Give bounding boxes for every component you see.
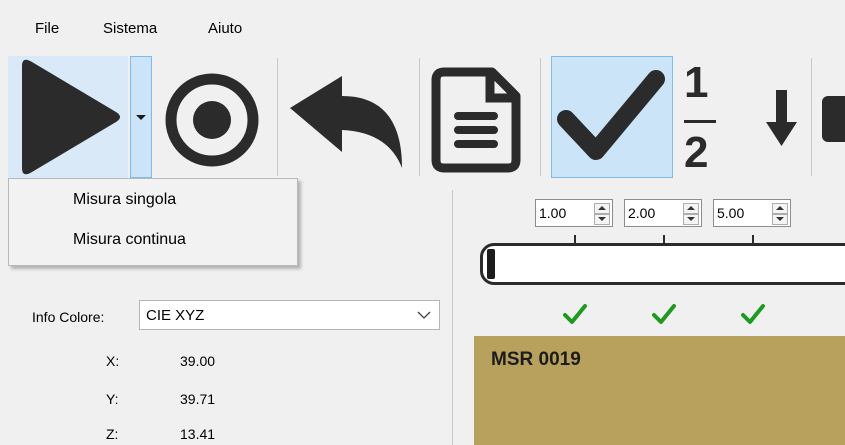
y-label: Y: bbox=[106, 391, 119, 407]
spin-down-icon[interactable] bbox=[683, 214, 699, 225]
dropdown-arrow-icon bbox=[136, 115, 146, 120]
document-icon bbox=[431, 67, 521, 173]
threshold-spinner-3[interactable]: 5.00 bbox=[713, 199, 791, 227]
toolbar-separator bbox=[277, 58, 278, 176]
menu-file[interactable]: File bbox=[35, 20, 59, 37]
spinner-buttons[interactable] bbox=[772, 203, 788, 225]
undo-button[interactable] bbox=[284, 72, 414, 176]
spin-up-icon[interactable] bbox=[683, 203, 699, 214]
color-info-select[interactable]: CIE XYZ bbox=[139, 300, 440, 330]
slider-thumb[interactable] bbox=[487, 249, 495, 279]
spinner-value: 2.00 bbox=[628, 205, 656, 221]
x-value: 39.00 bbox=[180, 353, 216, 369]
spin-down-icon[interactable] bbox=[772, 214, 788, 225]
checkmark-icon bbox=[557, 70, 665, 160]
delta-slider[interactable] bbox=[480, 243, 845, 285]
spin-up-icon[interactable] bbox=[772, 203, 788, 214]
spin-up-icon[interactable] bbox=[594, 203, 610, 214]
threshold-spinner-1[interactable]: 1.00 bbox=[535, 199, 613, 227]
spinner-value: 5.00 bbox=[717, 205, 745, 221]
spin-down-icon[interactable] bbox=[594, 214, 610, 225]
play-dropdown-arrow-button[interactable] bbox=[130, 56, 152, 178]
x-label: X: bbox=[106, 353, 120, 369]
fraction-denominator: 2 bbox=[684, 128, 709, 177]
play-icon bbox=[22, 59, 120, 175]
info-colore-label: Info Colore: bbox=[32, 309, 105, 325]
menu-aiuto[interactable]: Aiuto bbox=[208, 20, 242, 37]
threshold-spinner-2[interactable]: 2.00 bbox=[624, 199, 702, 227]
check-icon bbox=[563, 304, 587, 324]
menu-sistema[interactable]: Sistema bbox=[103, 20, 157, 37]
z-label: Z: bbox=[106, 426, 119, 442]
fraction-numerator: 1 bbox=[684, 58, 709, 107]
toolbar-separator bbox=[419, 58, 420, 176]
menu-bar: File Sistema Aiuto bbox=[0, 0, 845, 50]
menu-item-misura-continua[interactable]: Misura continua bbox=[73, 231, 186, 249]
z-value: 13.41 bbox=[180, 426, 216, 442]
spinner-buttons[interactable] bbox=[594, 203, 610, 225]
check-icon bbox=[741, 304, 765, 324]
y-value: 39.71 bbox=[180, 391, 216, 407]
measure-dropdown-menu: Misura singola Misura continua bbox=[8, 178, 298, 266]
spinner-buttons[interactable] bbox=[683, 203, 699, 225]
record-icon bbox=[165, 73, 259, 167]
undo-icon bbox=[290, 76, 402, 168]
spinner-value: 1.00 bbox=[539, 205, 567, 221]
stop-button[interactable] bbox=[822, 96, 845, 142]
toolbar-separator bbox=[540, 58, 541, 176]
fraction-button[interactable]: 1 2 bbox=[680, 58, 726, 178]
chevron-down-icon bbox=[417, 311, 431, 319]
record-button[interactable] bbox=[162, 64, 268, 174]
arrow-down-button[interactable] bbox=[764, 90, 804, 150]
check-icon bbox=[652, 304, 676, 324]
stop-icon bbox=[822, 96, 845, 142]
color-info-selected: CIE XYZ bbox=[146, 307, 205, 324]
toolbar-separator bbox=[811, 58, 812, 176]
swatch-label: MSR 0019 bbox=[491, 349, 581, 370]
arrow-down-icon bbox=[766, 90, 797, 146]
panel-divider bbox=[452, 190, 453, 445]
confirm-button[interactable] bbox=[551, 56, 673, 178]
fraction-bar bbox=[684, 120, 716, 123]
report-button[interactable] bbox=[430, 64, 524, 176]
menu-item-misura-singola[interactable]: Misura singola bbox=[73, 191, 176, 209]
play-button[interactable] bbox=[8, 56, 128, 178]
